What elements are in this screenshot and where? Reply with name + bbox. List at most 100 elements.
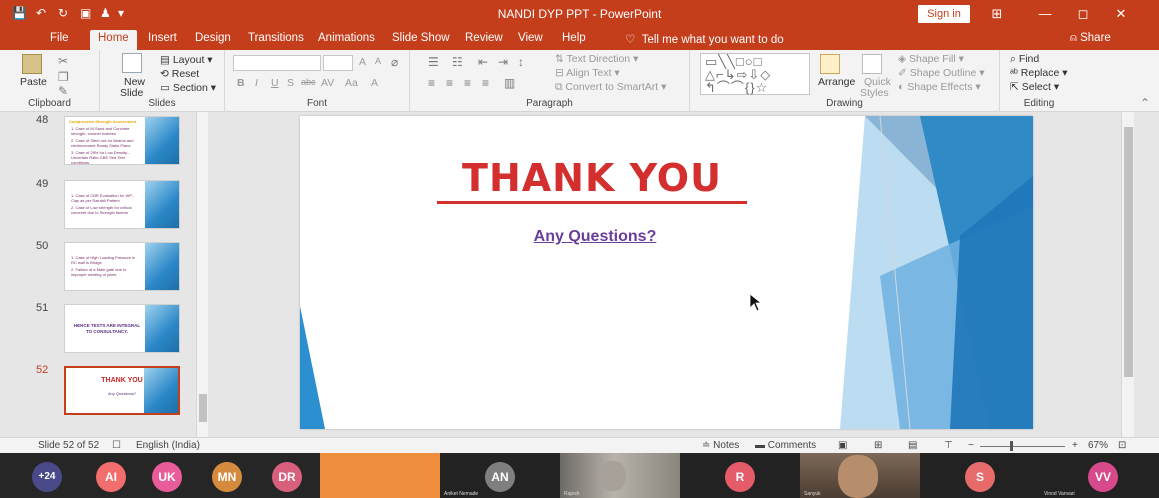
fit-slide-icon[interactable]: ⊡ xyxy=(1118,440,1126,451)
align-left-icon[interactable]: ≡ xyxy=(428,76,435,90)
find-button[interactable]: ⌕ Find xyxy=(1010,53,1039,66)
tab-slide-show[interactable]: Slide Show xyxy=(392,32,450,44)
slide-title[interactable]: THANK YOU xyxy=(437,156,747,200)
new-slide-icon[interactable] xyxy=(122,53,142,73)
notes-button[interactable]: ≐ Notes xyxy=(702,440,739,451)
arrange-button[interactable]: Arrange xyxy=(818,76,855,88)
font-name-select[interactable] xyxy=(233,55,321,71)
tab-file[interactable]: File xyxy=(50,32,69,44)
bold-button[interactable]: B xyxy=(237,77,245,89)
paste-button[interactable]: Paste xyxy=(20,76,47,88)
underline-button[interactable]: U xyxy=(271,77,279,89)
language-indicator[interactable]: English (India) xyxy=(136,440,200,451)
active-speaker-tile[interactable] xyxy=(320,453,440,498)
line-spacing-icon[interactable]: ↕ xyxy=(518,55,524,69)
shapes-gallery[interactable]: ▭╲╲□○□ △⌐↳⇨⇩◇ ↰⌒⌒{}☆ xyxy=(700,53,810,95)
participant-avatar[interactable]: MN xyxy=(212,462,242,492)
section-button[interactable]: ▭ Section ▾ xyxy=(160,82,216,94)
format-painter-icon[interactable]: ✎ xyxy=(58,84,68,98)
more-participants-badge[interactable]: +24 xyxy=(32,462,62,492)
close-button[interactable]: ✕ xyxy=(1106,4,1136,24)
participant-tile[interactable]: S xyxy=(920,453,1040,498)
char-spacing-button[interactable]: AV xyxy=(321,77,334,89)
increase-indent-icon[interactable]: ⇥ xyxy=(498,55,508,69)
slide-thumbnail-52[interactable]: THANK YOU Any Questions? xyxy=(64,366,180,415)
tell-me-search[interactable]: ♡ Tell me what you want to do xyxy=(625,32,784,46)
slide-thumbnail-49[interactable]: 1. Case of CBR Evaluation for WP-Clay as… xyxy=(64,180,180,229)
comments-button[interactable]: ▬ Comments xyxy=(755,440,816,451)
reset-button[interactable]: ⟲ Reset xyxy=(160,68,199,80)
columns-icon[interactable]: ▥ xyxy=(504,76,515,90)
convert-smartart-button[interactable]: ⧉ Convert to SmartArt ▾ xyxy=(555,81,666,94)
participant-avatar[interactable]: DR xyxy=(272,462,302,492)
copy-icon[interactable]: ❐ xyxy=(58,70,69,84)
editor-scrollbar-thumb[interactable] xyxy=(1124,127,1133,377)
shape-effects-button[interactable]: ◐ Shape Effects ▾ xyxy=(898,81,981,93)
thumbnail-scrollbar-thumb[interactable] xyxy=(199,394,207,422)
participant-video-tile[interactable]: Sanyuk xyxy=(800,453,920,498)
zoom-level[interactable]: 67% xyxy=(1088,440,1108,451)
quick-styles-icon[interactable] xyxy=(862,54,882,74)
arrange-icon[interactable] xyxy=(820,54,840,74)
slide-thumbnail-50[interactable]: 1. Case of High Loading Pressure in RC w… xyxy=(64,242,180,291)
cut-icon[interactable]: ✂ xyxy=(58,54,68,68)
decrease-indent-icon[interactable]: ⇤ xyxy=(478,55,488,69)
text-direction-button[interactable]: ⇅ Text Direction ▾ xyxy=(555,53,638,65)
align-center-icon[interactable]: ≡ xyxy=(446,76,453,90)
select-button[interactable]: ⇱ Select ▾ xyxy=(1010,81,1059,93)
collapse-ribbon-icon[interactable]: ⌃ xyxy=(1140,96,1150,110)
share-button[interactable]: ⍝ Share xyxy=(1070,32,1111,45)
slide-thumbnail-51[interactable]: HENCE TESTS ARE INTEGRAL TO CONSULTANCY. xyxy=(64,304,180,353)
notes-page-icon[interactable]: ☐ xyxy=(112,440,121,451)
slide-subtitle[interactable]: Any Questions? xyxy=(470,228,720,246)
italic-button[interactable]: I xyxy=(255,77,258,89)
change-case-button[interactable]: Aa xyxy=(345,77,358,89)
font-size-select[interactable] xyxy=(323,55,353,71)
tab-transitions[interactable]: Transitions xyxy=(248,32,304,44)
participant-avatar[interactable]: AI xyxy=(96,462,126,492)
numbering-icon[interactable]: ☷ xyxy=(452,55,463,69)
normal-view-icon[interactable]: ▣ xyxy=(838,440,847,451)
replace-button[interactable]: ᵃᵇ Replace ▾ xyxy=(1010,67,1068,79)
restore-button[interactable]: ◻ xyxy=(1068,4,1098,24)
align-text-button[interactable]: ⊟ Align Text ▾ xyxy=(555,67,620,79)
tab-home[interactable]: Home xyxy=(90,30,137,50)
shadow-button[interactable]: S xyxy=(287,77,294,89)
shape-outline-button[interactable]: ✐ Shape Outline ▾ xyxy=(898,67,985,79)
participant-avatar[interactable]: UK xyxy=(152,462,182,492)
thumbnail-scrollbar[interactable] xyxy=(196,112,208,437)
participant-tile[interactable]: AN Aniket Nemade xyxy=(440,453,560,498)
strikethrough-button[interactable]: abc xyxy=(301,77,316,87)
tab-review[interactable]: Review xyxy=(465,32,503,44)
layout-button[interactable]: ▤ Layout ▾ xyxy=(160,54,213,66)
reading-view-icon[interactable]: ▤ xyxy=(908,440,917,451)
zoom-slider[interactable] xyxy=(980,446,1065,447)
tab-animations[interactable]: Animations xyxy=(318,32,375,44)
ribbon-display-icon[interactable]: ⊞ xyxy=(982,4,1012,24)
align-right-icon[interactable]: ≡ xyxy=(464,76,471,90)
slide-show-icon[interactable]: ⊤ xyxy=(944,440,953,451)
bullets-icon[interactable]: ☰ xyxy=(428,55,439,69)
shrink-font-button[interactable]: A xyxy=(375,56,381,66)
tab-view[interactable]: View xyxy=(518,32,543,44)
shape-fill-button[interactable]: ◈ Shape Fill ▾ xyxy=(898,53,964,65)
participant-video-tile[interactable]: Rajesh xyxy=(560,453,680,498)
tab-insert[interactable]: Insert xyxy=(148,32,177,44)
tab-help[interactable]: Help xyxy=(562,32,586,44)
slide-canvas[interactable]: THANK YOU Any Questions? xyxy=(300,116,1033,429)
font-color-button[interactable]: A xyxy=(371,77,378,89)
minimize-button[interactable]: — xyxy=(1030,4,1060,24)
participant-tile[interactable]: VV Vinod Vanvari xyxy=(1040,453,1159,498)
zoom-out-button[interactable]: − xyxy=(968,440,974,451)
paste-icon[interactable] xyxy=(22,54,42,74)
grow-font-button[interactable]: A xyxy=(359,56,366,68)
sign-in-button[interactable]: Sign in xyxy=(918,5,970,23)
editor-scrollbar[interactable] xyxy=(1121,112,1134,437)
zoom-in-button[interactable]: + xyxy=(1072,440,1078,451)
zoom-slider-thumb[interactable] xyxy=(1010,441,1013,451)
clear-formatting-icon[interactable]: ⌀ xyxy=(391,55,398,69)
slide-thumbnail-48[interactable]: Compressive Strength Assessment 1. Case … xyxy=(64,116,180,165)
slide-sorter-icon[interactable]: ⊞ xyxy=(874,440,882,451)
participant-tile[interactable]: R xyxy=(680,453,800,498)
tab-design[interactable]: Design xyxy=(195,32,231,44)
